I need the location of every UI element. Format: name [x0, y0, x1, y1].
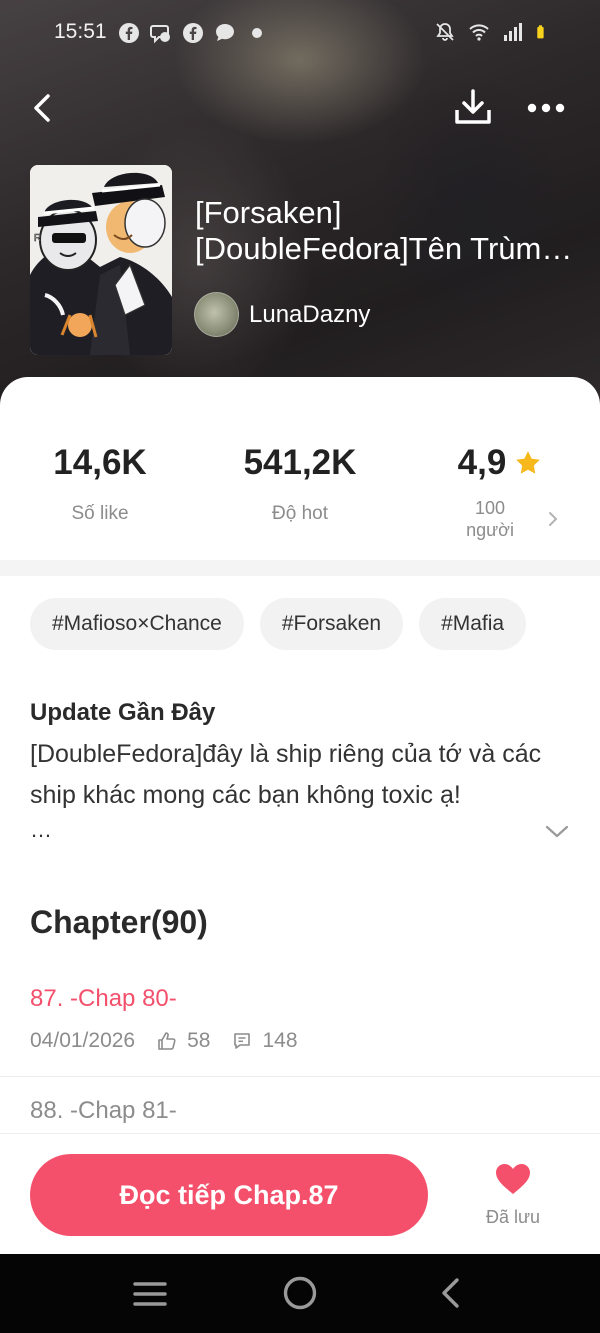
facebook-icon: [119, 23, 139, 43]
rating-count: 100: [474, 498, 506, 518]
notification-icons: [118, 22, 268, 44]
continue-reading-button[interactable]: Đọc tiếp Chap.87: [30, 1154, 428, 1236]
chevron-down-icon[interactable]: [544, 824, 570, 840]
author-link[interactable]: LunaDazny: [194, 292, 370, 337]
back-arrow-icon[interactable]: [24, 88, 64, 128]
hot-label: Độ hot: [272, 503, 328, 524]
saved-label: Đã lưu: [485, 1207, 541, 1227]
thumbs-up-icon: [158, 1032, 176, 1050]
signal-icon: [504, 23, 522, 41]
story-detail-sheet: 14,6K Số like 541,2K Độ hot 4,9 100 ngườ…: [0, 377, 600, 1254]
star-icon: [516, 451, 541, 474]
system-icons: [434, 21, 550, 43]
bottom-action-bar: Đọc tiếp Chap.87 Đã lưu: [0, 1133, 600, 1254]
recent-apps-icon[interactable]: [132, 1278, 168, 1310]
more-options-icon[interactable]: [524, 92, 568, 124]
author-avatar: [194, 292, 239, 337]
story-title-line1: [Forsaken]: [195, 195, 342, 230]
status-bar: 15:51: [0, 0, 600, 66]
saved-toggle[interactable]: Đã lưu: [470, 1162, 556, 1228]
rating-value: 4,9: [457, 443, 507, 482]
update-section-title: Update Gần Đây: [30, 699, 216, 726]
system-navigation-bar: [0, 1254, 600, 1333]
update-description: [DoubleFedora]đây là ship riêng của tớ v…: [30, 740, 542, 809]
chapter-date: 04/01/2026: [30, 1029, 136, 1052]
update-ellipsis: …: [30, 817, 52, 842]
chapter-comment-count: 148: [262, 1029, 298, 1052]
section-divider: [0, 560, 600, 576]
chevron-right-icon[interactable]: [546, 510, 560, 528]
tag-chip[interactable]: #Forsaken: [259, 598, 404, 650]
likes-label: Số like: [71, 503, 129, 524]
tag-chip[interactable]: #Mafia: [419, 598, 527, 650]
cover-illustration: R: [30, 165, 172, 355]
rating-count-label: 100 người: [440, 497, 560, 541]
chapter-list-heading: Chapter(90): [30, 904, 208, 940]
mute-icon: [436, 23, 454, 41]
wifi-icon: [469, 24, 489, 41]
chapter-row-current[interactable]: 87. -Chap 80- 04/01/2026 58 148: [0, 977, 600, 1077]
author-name: LunaDazny: [249, 300, 371, 328]
story-title-line2: [DoubleFedora]Tên Trùm Nhà Mafia: [195, 231, 575, 266]
battery-icon: [537, 25, 544, 39]
download-icon[interactable]: [452, 88, 494, 128]
rating-stat[interactable]: 4,9 100 người: [440, 443, 560, 541]
chapter-like-count: 58: [187, 1029, 211, 1052]
dot-icon: [252, 28, 262, 38]
likes-stat: 14,6K Số like: [50, 443, 150, 525]
chat-bubble-icon: [216, 24, 234, 41]
tag-list: #Mafioso×Chance #Forsaken #Mafia: [30, 598, 527, 650]
chapter-title: 88. -Chap 81-: [30, 1097, 177, 1124]
chapter-meta: 04/01/2026 58 148: [30, 1029, 298, 1053]
home-icon[interactable]: [281, 1274, 319, 1312]
facebook-icon: [183, 23, 203, 43]
heart-icon: [496, 1164, 530, 1194]
rating-value-row: 4,9: [440, 443, 560, 483]
status-time: 15:51: [54, 20, 107, 43]
hot-value: 541,2K: [243, 443, 357, 482]
comment-icon: [234, 1033, 251, 1049]
messenger-icon: [150, 25, 170, 44]
stats-row: 14,6K Số like 541,2K Độ hot 4,9 100 ngườ…: [0, 377, 600, 560]
tag-chip[interactable]: #Mafioso×Chance: [30, 598, 244, 650]
likes-value: 14,6K: [53, 443, 147, 482]
hot-stat: 541,2K Độ hot: [230, 443, 370, 525]
system-back-icon[interactable]: [438, 1276, 462, 1310]
svg-text:R: R: [34, 233, 41, 244]
story-title: [Forsaken] [DoubleFedora]Tên Trùm Nhà Ma…: [195, 195, 575, 267]
story-cover-image[interactable]: R: [30, 165, 172, 355]
row-divider: [0, 1076, 600, 1077]
rating-count-unit: người: [466, 520, 514, 540]
chapter-title: 87. -Chap 80-: [30, 985, 177, 1012]
